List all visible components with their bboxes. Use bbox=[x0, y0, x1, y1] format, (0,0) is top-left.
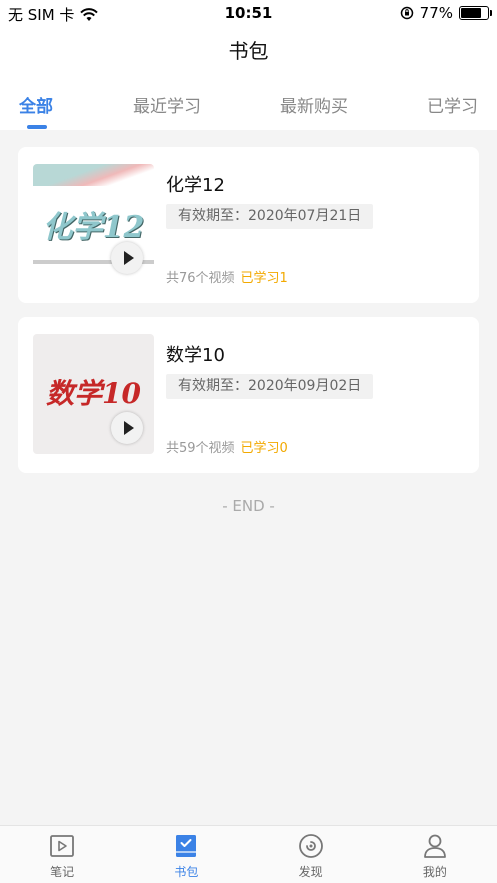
battery-icon bbox=[459, 6, 492, 20]
nav-header: 书包 bbox=[0, 26, 497, 76]
nav-label: 发现 bbox=[298, 865, 323, 879]
battery-level bbox=[461, 8, 482, 18]
status-bar: 无 SIM 卡 10:51 77% bbox=[0, 0, 497, 26]
course-card[interactable]: 数学10 数学10 有效期至：2020年09月02日 共59个视频 已学习0 bbox=[18, 317, 479, 473]
video-count: 共76个视频 bbox=[166, 271, 235, 286]
expiry-badge: 有效期至：2020年07月21日 bbox=[166, 204, 374, 229]
status-right: 77% bbox=[400, 4, 492, 22]
play-icon bbox=[123, 251, 134, 265]
list-end-marker: - END - bbox=[222, 497, 275, 515]
active-tab-indicator bbox=[27, 125, 47, 129]
course-card[interactable]: 化学12 化学12 有效期至：2020年07月21日 共76个视频 已学习1 bbox=[18, 147, 479, 303]
video-note-icon bbox=[50, 835, 75, 857]
bottom-nav: 笔记 书包 发现 我的 bbox=[0, 825, 497, 883]
course-meta: 共59个视频 已学习0 bbox=[166, 437, 288, 456]
profile-icon bbox=[423, 834, 446, 858]
cover-decoration bbox=[33, 164, 154, 186]
course-title: 化学12 bbox=[166, 175, 225, 196]
nav-label: 书包 bbox=[174, 865, 199, 879]
course-cover[interactable]: 化学12 bbox=[33, 164, 154, 284]
cover-title: 化学12 bbox=[42, 210, 145, 245]
tab-all[interactable]: 全部 bbox=[19, 92, 53, 117]
tab-recent-purchase[interactable]: 最新购买 bbox=[280, 92, 348, 117]
study-progress: 已学习0 bbox=[240, 441, 288, 456]
page-title: 书包 bbox=[228, 39, 269, 63]
orientation-lock-icon bbox=[400, 6, 413, 20]
study-progress: 已学习1 bbox=[240, 271, 288, 286]
video-count: 共59个视频 bbox=[166, 441, 235, 456]
nav-label: 笔记 bbox=[50, 865, 75, 879]
expiry-badge: 有效期至：2020年09月02日 bbox=[166, 374, 374, 399]
nav-item-discover[interactable]: 发现 bbox=[249, 826, 373, 883]
course-cover[interactable]: 数学10 bbox=[33, 334, 154, 454]
tab-recent-study[interactable]: 最近学习 bbox=[133, 92, 201, 117]
course-meta: 共76个视频 已学习1 bbox=[166, 267, 288, 286]
nav-item-notes[interactable]: 笔记 bbox=[0, 826, 124, 883]
nav-item-profile[interactable]: 我的 bbox=[373, 826, 497, 883]
nav-label: 我的 bbox=[422, 865, 447, 879]
nav-item-bookbag[interactable]: 书包 bbox=[124, 826, 248, 883]
tab-studied[interactable]: 已学习 bbox=[427, 92, 478, 117]
battery-percent: 77% bbox=[419, 4, 453, 22]
discover-icon bbox=[298, 834, 323, 858]
bookbag-icon bbox=[176, 835, 197, 857]
filter-tabs: 全部 最近学习 最新购买 已学习 bbox=[0, 76, 497, 130]
play-icon bbox=[123, 421, 134, 435]
cover-title: 数学10 bbox=[46, 377, 141, 410]
play-button[interactable] bbox=[111, 242, 143, 274]
course-title: 数学10 bbox=[166, 345, 225, 366]
play-button[interactable] bbox=[111, 412, 143, 444]
